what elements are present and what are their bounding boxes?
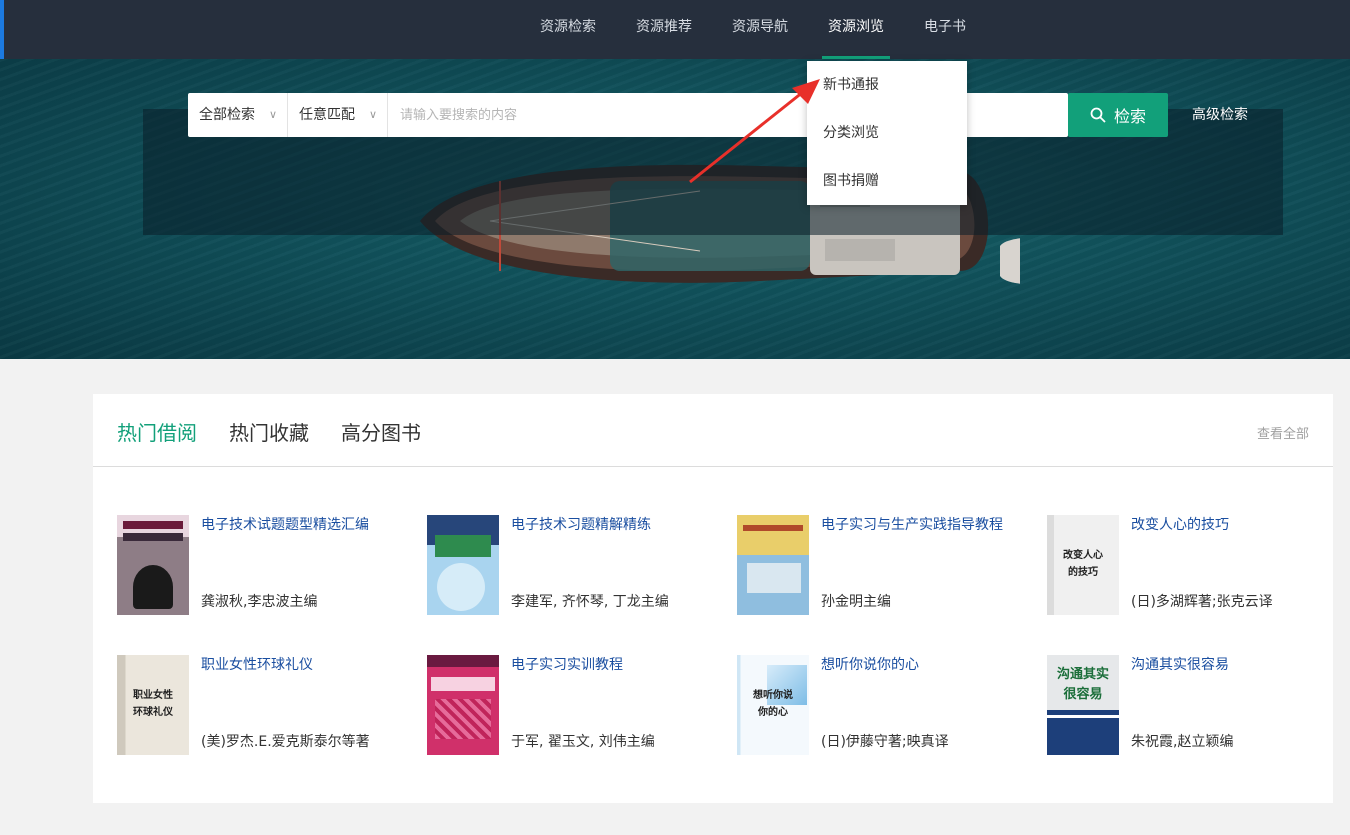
search-button[interactable]: 检索	[1068, 93, 1168, 137]
book-cover[interactable]	[427, 655, 499, 755]
search-scope-select[interactable]: 全部检索 ∨	[188, 93, 288, 137]
book-author: 朱祝霞,赵立颖编	[1131, 734, 1234, 750]
book-title[interactable]: 沟通其实很容易	[1131, 655, 1331, 676]
book-cover-text: 改变人心 的技巧	[1063, 550, 1103, 578]
chevron-down-icon: ∨	[268, 108, 277, 121]
book-item: 电子技术试题题型精选汇编 龚淑秋,李忠波主编	[117, 515, 417, 615]
book-cover[interactable]: 改变人心 的技巧	[1047, 515, 1119, 615]
search-button-label: 检索	[1113, 107, 1146, 126]
book-title[interactable]: 电子技术习题精解精练	[511, 515, 711, 536]
book-item: 沟通其实 很容易 沟通其实很容易 朱祝霞,赵立颖编	[1047, 655, 1347, 755]
book-item: 电子实习与生产实践指导教程 孙金明主编	[737, 515, 1037, 615]
view-all-link[interactable]: 查看全部	[1257, 423, 1309, 442]
chevron-down-icon: ∨	[368, 108, 377, 121]
book-author: 龚淑秋,李忠波主编	[201, 594, 318, 610]
book-title[interactable]: 电子技术试题题型精选汇编	[201, 515, 401, 536]
book-author: (日)多湖辉著;张克云译	[1131, 594, 1273, 610]
book-author: 于军, 翟玉文, 刘伟主编	[511, 734, 655, 750]
books-tabs: 热门借阅 热门收藏 高分图书 查看全部	[93, 394, 1333, 467]
resource-browse-dropdown: 新书通报 分类浏览 图书捐赠	[807, 61, 967, 205]
book-title[interactable]: 职业女性环球礼仪	[201, 655, 401, 676]
nav-accent-stripe	[0, 0, 4, 59]
book-cover[interactable]	[117, 515, 189, 615]
book-title[interactable]: 电子实习实训教程	[511, 655, 711, 676]
book-author: 李建军, 齐怀琴, 丁龙主编	[511, 594, 669, 610]
dropdown-item-book-donation[interactable]: 图书捐赠	[807, 157, 967, 205]
search-scope-value: 全部检索	[199, 107, 255, 123]
book-cover-text: 想听你说 你的心	[753, 690, 793, 718]
nav-item-resource-navigation[interactable]: 资源导航	[726, 0, 794, 59]
book-item: 电子实习实训教程 于军, 翟玉文, 刘伟主编	[427, 655, 727, 755]
book-cover[interactable]: 沟通其实 很容易	[1047, 655, 1119, 755]
book-cover-text: 职业女性 环球礼仪	[133, 690, 173, 718]
book-cover-text: 沟通其实 很容易	[1056, 667, 1109, 702]
book-item: 改变人心 的技巧 改变人心的技巧 (日)多湖辉著;张克云译	[1047, 515, 1347, 615]
book-cover[interactable]: 职业女性 环球礼仪	[117, 655, 189, 755]
dropdown-item-new-books[interactable]: 新书通报	[807, 61, 967, 109]
book-author: 孙金明主编	[821, 594, 891, 610]
book-item: 电子技术习题精解精练 李建军, 齐怀琴, 丁龙主编	[427, 515, 727, 615]
book-cover[interactable]	[737, 515, 809, 615]
book-title[interactable]: 想听你说你的心	[821, 655, 1021, 676]
top-nav-bar: 资源检索 资源推荐 资源导航 资源浏览 电子书	[0, 0, 1350, 59]
tab-hot-borrow[interactable]: 热门借阅	[117, 417, 197, 446]
advanced-search-link[interactable]: 高级检索	[1192, 93, 1248, 137]
search-icon	[1090, 107, 1106, 123]
book-title[interactable]: 改变人心的技巧	[1131, 515, 1331, 536]
match-mode-value: 任意匹配	[299, 107, 355, 123]
book-item: 职业女性 环球礼仪 职业女性环球礼仪 (美)罗杰.E.爱克斯泰尔等著	[117, 655, 417, 755]
book-author: (美)罗杰.E.爱克斯泰尔等著	[201, 734, 370, 750]
book-cover[interactable]: 想听你说 你的心	[737, 655, 809, 755]
match-mode-select[interactable]: 任意匹配 ∨	[288, 93, 388, 137]
nav-item-resource-browse[interactable]: 资源浏览	[822, 0, 890, 59]
nav-item-ebook[interactable]: 电子书	[918, 0, 972, 59]
book-title[interactable]: 电子实习与生产实践指导教程	[821, 515, 1021, 536]
tab-hot-collect[interactable]: 热门收藏	[229, 417, 309, 446]
books-card: 热门借阅 热门收藏 高分图书 查看全部 电子技术试题题型精选汇编 龚淑秋,李忠波…	[93, 394, 1333, 803]
book-cover[interactable]	[427, 515, 499, 615]
tab-high-rated[interactable]: 高分图书	[341, 417, 421, 446]
nav-item-resource-recommend[interactable]: 资源推荐	[630, 0, 698, 59]
dropdown-item-category-browse[interactable]: 分类浏览	[807, 109, 967, 157]
book-author: (日)伊藤守著;映真译	[821, 734, 949, 750]
nav-item-resource-search[interactable]: 资源检索	[534, 0, 602, 59]
book-item: 想听你说 你的心 想听你说你的心 (日)伊藤守著;映真译	[737, 655, 1037, 755]
